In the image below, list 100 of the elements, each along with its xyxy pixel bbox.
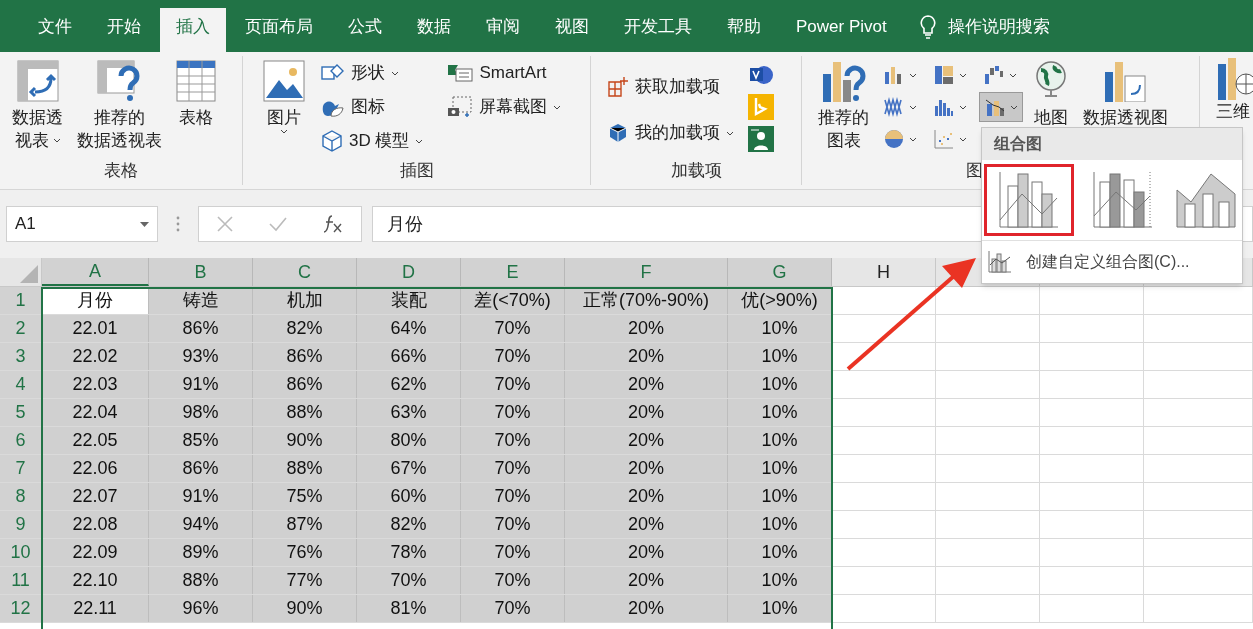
table-cell: 20% bbox=[565, 567, 728, 594]
table-cell: 89% bbox=[149, 539, 253, 566]
smartart-button[interactable]: SmartArt bbox=[443, 56, 566, 90]
table-cell: 70% bbox=[461, 427, 565, 454]
row-header[interactable]: 2 bbox=[0, 315, 42, 342]
column-header[interactable]: F bbox=[565, 258, 728, 286]
row-header[interactable]: 5 bbox=[0, 399, 42, 426]
caret-icon bbox=[52, 138, 61, 143]
table-cell: 22.05 bbox=[42, 427, 149, 454]
screenshot-icon bbox=[447, 96, 474, 118]
table-cell: 22.02 bbox=[42, 343, 149, 370]
people-graph-icon[interactable] bbox=[748, 126, 774, 152]
group-label: 图 bbox=[966, 159, 984, 182]
caret-icon bbox=[959, 136, 967, 142]
row-header[interactable]: 10 bbox=[0, 539, 42, 566]
caret-icon bbox=[909, 136, 917, 142]
column-header[interactable]: H bbox=[832, 258, 936, 286]
row-header[interactable]: 9 bbox=[0, 511, 42, 538]
table-cell: 81% bbox=[357, 595, 461, 622]
caret-icon bbox=[959, 104, 967, 110]
smartart-icon bbox=[447, 63, 474, 83]
table-button[interactable]: 表格 bbox=[172, 56, 220, 158]
insert-function-icon[interactable] bbox=[322, 213, 344, 235]
ribbon-tab[interactable]: 开始 bbox=[91, 8, 157, 52]
pivot-table-icon bbox=[16, 60, 59, 102]
screenshot-button[interactable]: 屏幕截图 bbox=[443, 90, 566, 124]
ribbon-tab[interactable]: 文件 bbox=[22, 8, 88, 52]
row-header[interactable]: 6 bbox=[0, 427, 42, 454]
table-cell: 90% bbox=[253, 595, 357, 622]
table-cell: 70% bbox=[461, 399, 565, 426]
table-cell: 82% bbox=[357, 511, 461, 538]
row-header[interactable]: 7 bbox=[0, 455, 42, 482]
table-cell: 70% bbox=[461, 371, 565, 398]
ribbon-tab[interactable]: 公式 bbox=[332, 8, 398, 52]
table-cell: 20% bbox=[565, 539, 728, 566]
drag-handle-icon[interactable] bbox=[176, 216, 180, 232]
caret-icon bbox=[1010, 104, 1018, 110]
table-cell: 60% bbox=[357, 483, 461, 510]
pivot-table-button[interactable]: 数据透 视表 bbox=[8, 56, 67, 158]
name-box[interactable]: A1 bbox=[6, 206, 158, 242]
shapes-button[interactable]: 形状 bbox=[317, 56, 428, 90]
ribbon-tab[interactable]: 帮助 bbox=[711, 8, 777, 52]
column-header[interactable]: E bbox=[461, 258, 565, 286]
table-cell: 90% bbox=[253, 427, 357, 454]
ribbon-tab[interactable]: 审阅 bbox=[470, 8, 536, 52]
table-cell: 10% bbox=[728, 567, 832, 594]
3d-models-button[interactable]: 3D 模型 bbox=[317, 124, 428, 158]
table-cell: 88% bbox=[253, 455, 357, 482]
table-cell: 76% bbox=[253, 539, 357, 566]
ribbon-tab[interactable]: 插入 bbox=[160, 8, 226, 52]
recommended-pivot-button[interactable]: 推荐的 数据透视表 bbox=[73, 56, 166, 158]
row-header[interactable]: 1 bbox=[0, 287, 42, 314]
dropdown-icon bbox=[140, 221, 149, 227]
combo-chart-option[interactable] bbox=[984, 164, 1074, 236]
cube-icon bbox=[607, 122, 629, 144]
table-cell: 67% bbox=[357, 455, 461, 482]
ribbon-tab[interactable]: 数据 bbox=[401, 8, 467, 52]
table-cell: 正常(70%-90%) bbox=[565, 287, 728, 314]
table-cell: 91% bbox=[149, 371, 253, 398]
column-header[interactable]: D bbox=[357, 258, 461, 286]
row-header[interactable]: 4 bbox=[0, 371, 42, 398]
row-header[interactable]: 8 bbox=[0, 483, 42, 510]
tell-me-search[interactable]: 操作说明搜索 bbox=[947, 14, 1050, 40]
column-header[interactable]: B bbox=[149, 258, 253, 286]
table-cell: 22.04 bbox=[42, 399, 149, 426]
ribbon-tab[interactable]: Power Pivot bbox=[780, 8, 903, 52]
ribbon-tab[interactable]: 页面布局 bbox=[229, 8, 329, 52]
get-addins-button[interactable]: 获取加载项 bbox=[603, 70, 738, 104]
chart-type-button[interactable] bbox=[979, 92, 1023, 122]
table-cell: 70% bbox=[461, 567, 565, 594]
column-header[interactable]: C bbox=[253, 258, 357, 286]
table-cell: 86% bbox=[149, 455, 253, 482]
table-cell: 93% bbox=[149, 343, 253, 370]
row-header[interactable]: 12 bbox=[0, 595, 42, 622]
icons-button[interactable]: 图标 bbox=[317, 90, 428, 124]
3d-map-button[interactable]: 三维 bbox=[1216, 102, 1250, 122]
ribbon-tab[interactable]: 视图 bbox=[539, 8, 605, 52]
caret-icon bbox=[909, 104, 917, 110]
line-chart-icon bbox=[883, 96, 905, 118]
table-cell: 20% bbox=[565, 483, 728, 510]
recommended-charts-button[interactable]: 推荐的 图表 bbox=[814, 56, 873, 158]
table-cell: 70% bbox=[357, 567, 461, 594]
ribbon-tab[interactable]: 开发工具 bbox=[608, 8, 708, 52]
row-header[interactable]: 11 bbox=[0, 567, 42, 594]
table-cell: 10% bbox=[728, 455, 832, 482]
table-cell: 88% bbox=[149, 567, 253, 594]
table-cell: 22.09 bbox=[42, 539, 149, 566]
pie-chart-icon bbox=[883, 128, 905, 150]
pictures-button[interactable]: 图片 bbox=[259, 56, 309, 158]
my-addins-button[interactable]: 我的加载项 bbox=[603, 116, 738, 150]
caret-icon bbox=[280, 129, 288, 134]
caret-icon bbox=[909, 72, 917, 78]
custom-combo-chart-item[interactable]: 创建自定义组合图(C)... bbox=[982, 241, 1242, 283]
table-cell: 20% bbox=[565, 343, 728, 370]
table-cell: 70% bbox=[461, 455, 565, 482]
column-header[interactable]: G bbox=[728, 258, 832, 286]
grid-plus-icon bbox=[607, 76, 629, 98]
row-header[interactable]: 3 bbox=[0, 343, 42, 370]
table-cell: 66% bbox=[357, 343, 461, 370]
column-header[interactable]: A bbox=[42, 258, 149, 286]
